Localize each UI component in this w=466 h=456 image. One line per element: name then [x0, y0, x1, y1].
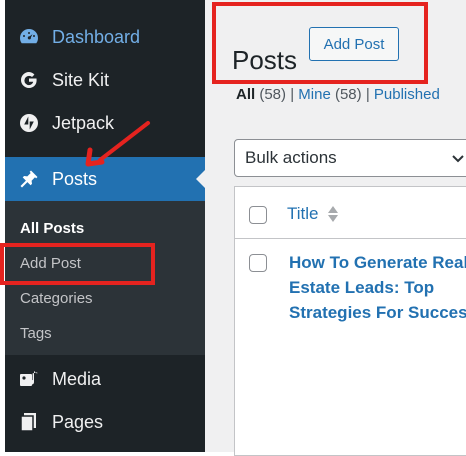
post-title-link[interactable]: How To Generate Real Estate Leads: Top S…	[289, 250, 466, 325]
filter-mine-count: (58)	[334, 86, 362, 103]
bulk-actions-select[interactable]: Bulk actions	[234, 139, 466, 177]
sidebar-item-dashboard[interactable]: Dashboard	[5, 20, 205, 54]
posts-table: Title How To Generate Real Estate Leads:…	[234, 186, 466, 456]
sidebar-item-label: Pages	[52, 411, 104, 432]
sidebar-item-site-kit[interactable]: Site Kit	[5, 63, 205, 97]
pushpin-icon	[17, 167, 41, 191]
submenu-item-all-posts[interactable]: All Posts	[20, 220, 84, 237]
post-status-filters: All (58) | Mine (58) | Published	[236, 86, 440, 103]
sidebar-item-label: Site Kit	[52, 69, 110, 90]
sidebar-item-pages[interactable]: Pages	[5, 405, 205, 439]
sidebar-item-label: Posts	[52, 168, 98, 189]
filter-mine[interactable]: Mine	[298, 86, 331, 103]
column-header-title[interactable]: Title	[287, 204, 319, 224]
highlight-box-add-post-button	[212, 2, 428, 84]
site-kit-icon	[17, 68, 41, 92]
select-all-checkbox[interactable]	[249, 206, 267, 224]
sidebar-item-label: Dashboard	[52, 26, 141, 47]
filter-separator: |	[365, 86, 374, 103]
dashboard-icon	[17, 25, 41, 49]
filter-published[interactable]: Published	[374, 86, 440, 103]
chevron-down-icon	[452, 155, 464, 163]
active-menu-pointer	[196, 170, 205, 188]
row-checkbox[interactable]	[249, 254, 267, 272]
sidebar-item-label: Media	[52, 368, 102, 389]
pages-icon	[17, 410, 41, 434]
bulk-actions-label: Bulk actions	[245, 148, 337, 167]
table-header: Title	[235, 187, 466, 239]
submenu-item-categories[interactable]: Categories	[20, 290, 93, 307]
filter-all[interactable]: All	[236, 86, 255, 103]
admin-sidebar: Dashboard Site Kit Jetpack Posts All Pos…	[5, 0, 205, 452]
highlight-box-add-post-submenu	[0, 243, 155, 285]
filter-all-count: (58)	[259, 86, 287, 103]
submenu-item-tags[interactable]: Tags	[20, 325, 52, 342]
sidebar-item-media[interactable]: Media	[5, 362, 205, 396]
jetpack-icon	[17, 111, 41, 135]
media-icon	[17, 367, 41, 391]
sort-icon[interactable]	[327, 205, 339, 223]
arrow-annotation-icon	[85, 121, 150, 167]
